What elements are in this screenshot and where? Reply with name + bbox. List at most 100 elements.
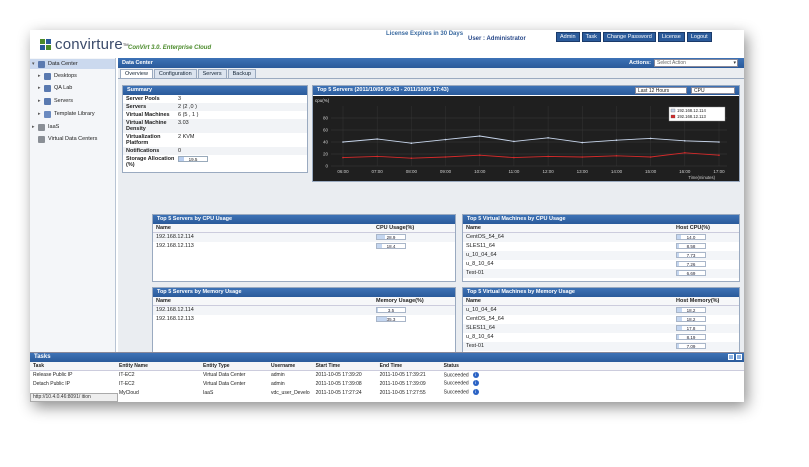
info-icon[interactable]: i xyxy=(472,371,479,378)
legend-swatch xyxy=(670,114,676,119)
expand-icon[interactable] xyxy=(736,354,742,360)
summary-panel: Summary Server Pools 3 Servers 2 (2 ,0 ) V… xyxy=(122,85,308,173)
logout-link[interactable]: Logout xyxy=(686,32,712,42)
expand-toggle-icon[interactable]: ▸ xyxy=(38,85,42,91)
y-tick-label: 80 xyxy=(323,116,329,121)
x-tick-label: 14:00 xyxy=(611,169,623,174)
usage-bar: 7.26 xyxy=(676,260,706,267)
top-header: convirture TM ConVirt 3.0. Enterprise Cl… xyxy=(30,30,744,58)
usage-bar: 14.0 xyxy=(676,234,706,241)
sidebar-item-qa-lab[interactable]: ▸ QA Lab xyxy=(38,83,72,93)
tab-backup[interactable]: Backup xyxy=(227,69,256,78)
table-row[interactable]: SLES11_64 8.58 xyxy=(463,242,739,251)
table-row[interactable]: CentOS_54_64 18.2 xyxy=(463,315,739,324)
table-row[interactable]: SLES11_64 17.8 xyxy=(463,323,739,333)
col-task: Task xyxy=(30,362,116,371)
table-row[interactable]: u_8_10_64 8.19 xyxy=(463,333,739,342)
usage-bar: 3.5 xyxy=(376,307,406,314)
period-select[interactable]: Last 12 Hours xyxy=(635,87,687,94)
cell-value: 17.8 xyxy=(673,323,739,333)
sidebar-item-servers[interactable]: ▸ Servers xyxy=(38,96,73,106)
table-row[interactable]: Detach Public IP IT-EC2 Virtual Data Cente… xyxy=(30,379,744,388)
table-row[interactable]: 192.168.12.114 3.5 xyxy=(153,305,455,315)
cell-name: Test-01 xyxy=(463,268,673,278)
table-row[interactable]: CentOS_54_64 14.0 xyxy=(463,232,739,242)
summary-value: 19.5 xyxy=(178,156,208,168)
sidebar-item-template-library[interactable]: ▸ Template Library xyxy=(38,109,95,119)
actions-select[interactable]: Select Action xyxy=(654,59,738,67)
cell-name: 192.168.12.114 xyxy=(153,232,373,242)
status-text: Succeeded xyxy=(443,371,469,378)
table-row[interactable]: u_8_10_64 7.26 xyxy=(463,260,739,269)
y-tick-label: 40 xyxy=(323,140,329,145)
table-row[interactable]: 192.168.12.113 18.4 xyxy=(153,242,455,251)
table-row[interactable]: MyCloud IaaS vdc_user_Develo 2011-10-05 17:… xyxy=(30,388,744,397)
tab-overview[interactable]: Overview xyxy=(120,69,153,78)
x-axis-label: Time(minutes) xyxy=(688,175,715,180)
x-tick-label: 15:00 xyxy=(645,169,657,174)
table-row[interactable]: 192.168.12.113 35.3 xyxy=(153,315,455,324)
usage-value: 28.9 xyxy=(386,235,396,241)
brand-logo: convirture TM xyxy=(40,36,129,53)
sidebar-item-label: Virtual Data Centers xyxy=(48,136,98,142)
sidebar-item-data-center[interactable]: ▾ Data Center xyxy=(30,59,115,69)
storage-allocation-bar: 19.5 xyxy=(178,156,208,162)
table-row[interactable]: 192.168.12.114 28.9 xyxy=(153,232,455,242)
expand-toggle-icon[interactable]: ▸ xyxy=(32,124,36,130)
collapse-icon[interactable] xyxy=(728,354,734,360)
iaas-icon xyxy=(38,123,45,131)
tab-servers[interactable]: Servers xyxy=(197,69,227,78)
tab-configuration[interactable]: Configuration xyxy=(153,69,197,78)
sidebar-item-desktops[interactable]: ▸ Desktops xyxy=(38,71,77,81)
col-name: Name xyxy=(153,297,373,306)
table-row[interactable]: u_10_04_64 7.73 xyxy=(463,250,739,260)
expand-toggle-icon[interactable]: ▸ xyxy=(38,73,42,79)
expand-toggle-icon[interactable]: ▸ xyxy=(38,98,42,104)
col-name: Name xyxy=(463,224,673,233)
panel-title: Top 5 Virtual Machines by CPU Usage xyxy=(463,215,739,224)
info-icon[interactable]: i xyxy=(472,380,479,387)
cell-status: Succeeded i xyxy=(441,388,744,397)
navigation-tree: ▾ Data Center ▸ Desktops ▸ QA Lab ▸ Serv… xyxy=(30,58,116,352)
usage-value: 17.8 xyxy=(686,325,696,331)
data-point xyxy=(684,152,686,154)
sidebar-item-label: QA Lab xyxy=(54,85,73,91)
main-header: Data Center Actions: Select Action xyxy=(118,58,744,68)
expand-toggle-icon[interactable]: ▸ xyxy=(38,111,42,117)
data-point xyxy=(649,137,652,140)
usage-fill xyxy=(677,325,682,330)
cell-name: 192.168.12.114 xyxy=(153,305,373,315)
table-row[interactable]: Release Public IP IT-EC2 Virtual Data Cent… xyxy=(30,370,744,379)
cell-start: 2011-10-05 17:39:08 xyxy=(315,380,362,387)
legend-label: 192.168.12.114 xyxy=(677,108,706,113)
expand-toggle-icon[interactable]: ▾ xyxy=(32,61,36,67)
top-nav: Admin Task Change Password License Logou… xyxy=(556,32,712,42)
y-tick-label: 20 xyxy=(323,152,329,157)
x-tick-label: 08:00 xyxy=(406,169,418,174)
table-row[interactable]: u_10_04_64 18.2 xyxy=(463,305,739,315)
license-link[interactable]: License xyxy=(657,32,685,42)
x-tick-label: 09:00 xyxy=(440,169,452,174)
admin-link[interactable]: Admin xyxy=(556,32,580,42)
data-point xyxy=(718,154,720,156)
cell-name: SLES11_64 xyxy=(463,323,673,333)
table-header: Name Host Memory(%) xyxy=(463,297,739,306)
cell-start: 2011-10-05 17:39:20 xyxy=(315,371,362,378)
x-tick-label: 13:00 xyxy=(577,169,589,174)
table-row[interactable]: Test-01 7.09 xyxy=(463,341,739,351)
change-password-link[interactable]: Change Password xyxy=(602,32,656,42)
metric-select[interactable]: CPU xyxy=(691,87,735,94)
summary-row: Virtual Machine Density 3.03 xyxy=(123,119,307,133)
summary-row: Storage Allocation (%) 19.5 xyxy=(123,155,307,169)
storage-allocation-value: 19.5 xyxy=(188,157,198,162)
sidebar-item-iaas[interactable]: ▸ IaaS xyxy=(32,122,59,132)
sidebar-item-virtual-data-centers[interactable]: Virtual Data Centers xyxy=(32,134,97,144)
usage-fill xyxy=(677,270,679,275)
col-memory: Memory Usage(%) xyxy=(373,297,455,306)
data-point xyxy=(342,156,344,159)
cell-name: u_10_04_64 xyxy=(463,250,673,260)
table-row[interactable]: Test-01 6.69 xyxy=(463,268,739,278)
col-memory: Host Memory(%) xyxy=(673,297,739,306)
task-link[interactable]: Task xyxy=(581,32,601,42)
info-icon[interactable]: i xyxy=(472,389,479,396)
